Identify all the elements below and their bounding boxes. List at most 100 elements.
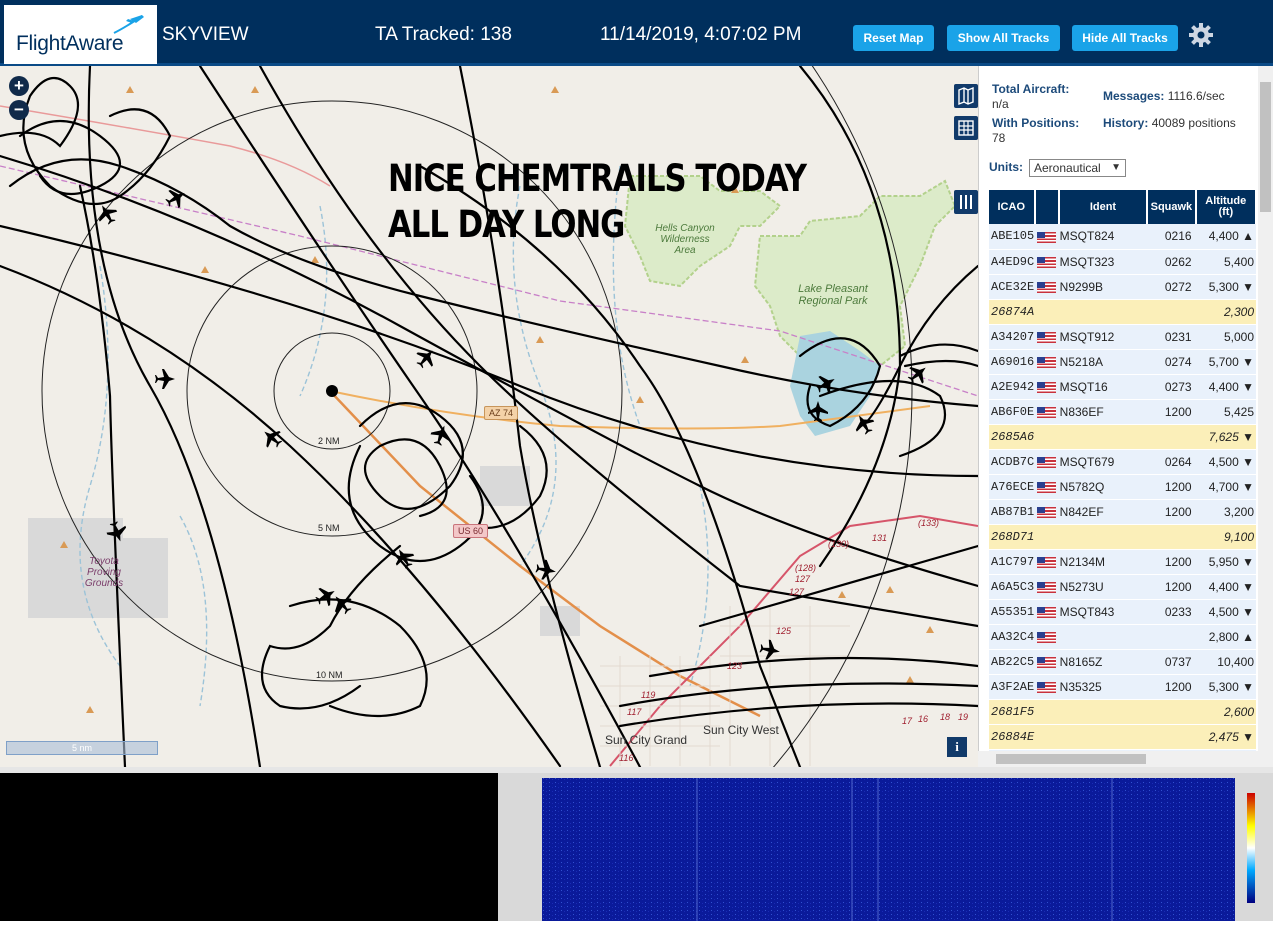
cell-altitude: 9,100 [1195,524,1256,550]
logo-text: FlightAware [16,32,124,55]
cell-icao: 2681F5 [989,699,1035,725]
scrollbar-thumb[interactable] [996,754,1146,764]
info-icon[interactable]: i [947,737,967,757]
messages-value: 1116.6/sec [1167,89,1225,103]
units-selected: Aeronautical [1034,161,1101,175]
cell-altitude: 5,300 ▼ [1195,674,1256,700]
cell-icao: ACDB7C [989,449,1035,475]
hide-all-tracks-button[interactable]: Hide All Tracks [1072,25,1178,51]
scrollbar-thumb[interactable] [1260,82,1271,212]
col-icao[interactable]: ICAO [989,190,1036,224]
col-ident[interactable]: Ident [1058,190,1149,224]
exit-label: 127 [789,587,805,597]
aircraft-row[interactable]: ABE105 MSQT824 0216 4,400 ▲ [989,224,1256,250]
col-altitude[interactable]: Altitude (ft) [1195,190,1258,224]
place-lake-pleasant: Lake Pleasant Regional Park [798,283,868,307]
aircraft-row[interactable]: AB22C5 N8165Z 0737 10,400 [989,649,1256,675]
vertical-scrollbar[interactable] [1258,66,1273,751]
aircraft-row[interactable]: A76ECE N5782Q 1200 4,700 ▼ [989,474,1256,500]
cell-squawk: 0231 [1147,324,1196,350]
ta-tracked-count: TA Tracked: 138 [375,24,512,45]
aircraft-row[interactable]: AB6F0E N836EF 1200 5,425 [989,399,1256,425]
gear-icon[interactable] [1188,22,1214,48]
road-az74: AZ 74 [484,406,519,420]
cell-altitude: 2,300 [1195,299,1256,325]
map-layers-icon[interactable] [954,84,978,108]
us-flag-icon [1037,406,1057,418]
aircraft-row[interactable]: 26884E 2,475 ▼ [989,724,1256,750]
cell-ident: N8165Z [1058,649,1148,675]
cell-icao: AB6F0E [989,399,1035,425]
spectrum-waterfall [512,773,1273,921]
zoom-in-button[interactable]: + [9,76,29,96]
cell-squawk: 0737 [1147,649,1196,675]
cell-squawk [1147,299,1196,325]
cell-flag [1034,249,1059,275]
grid-icon[interactable] [954,116,978,140]
aircraft-row[interactable]: ACE32E N9299B 0272 5,300 ▼ [989,274,1256,300]
cell-icao: A1C797 [989,549,1035,575]
cell-icao: AA32C4 [989,624,1035,650]
aircraft-row[interactable]: A2E942 MSQT16 0273 4,400 ▼ [989,374,1256,400]
cell-squawk [1147,624,1196,650]
horizontal-scrollbar[interactable] [978,751,1273,767]
cell-altitude: 5,400 [1195,249,1256,275]
cell-flag [1034,624,1059,650]
cell-squawk: 0273 [1147,374,1196,400]
columns-icon[interactable] [954,190,978,214]
aircraft-row[interactable]: A3F2AE N35325 1200 5,300 ▼ [989,674,1256,700]
col-flag[interactable] [1034,190,1060,224]
header-bar: FlightAware SKYVIEW TA Tracked: 138 11/1… [0,0,1273,66]
zoom-out-button[interactable]: − [9,100,29,120]
aircraft-row[interactable]: A55351 MSQT843 0233 4,500 ▼ [989,599,1256,625]
cell-squawk [1147,524,1196,550]
cell-icao: A4ED9C [989,249,1035,275]
with-positions-value: 78 [992,131,1006,145]
exit-label: (130) [828,539,850,549]
cell-ident: MSQT843 [1058,599,1148,625]
cell-squawk: 0262 [1147,249,1196,275]
cell-flag [1034,449,1059,475]
show-all-tracks-button[interactable]: Show All Tracks [947,25,1060,51]
map-view[interactable]: + − NICE CHEMTRAILS TODAY ALL DAY LONG H… [0,66,978,767]
aircraft-row[interactable]: A1C797 N2134M 1200 5,950 ▼ [989,549,1256,575]
col-squawk[interactable]: Squawk [1147,190,1197,224]
aircraft-row[interactable]: 268D71 9,100 [989,524,1256,550]
reset-map-button[interactable]: Reset Map [853,25,934,51]
aircraft-row[interactable]: ACDB7C MSQT679 0264 4,500 ▼ [989,449,1256,475]
aircraft-row[interactable]: A34207 MSQT912 0231 5,000 [989,324,1256,350]
cell-altitude: 4,500 ▼ [1195,449,1256,475]
overlay-annotation: NICE CHEMTRAILS TODAY ALL DAY LONG [388,156,807,248]
aircraft-row[interactable]: 2685A6 7,625 ▼ [989,424,1256,450]
cell-flag [1034,299,1059,325]
exit-label: 18 [940,712,951,722]
place-sun-city-grand: Sun City Grand [605,733,688,747]
aircraft-row[interactable]: A6A5C3 N5273U 1200 4,400 ▼ [989,574,1256,600]
cell-ident [1058,299,1148,325]
aircraft-row[interactable]: AA32C4 2,800 ▲ [989,624,1256,650]
flightaware-logo[interactable]: FlightAware [4,5,157,64]
aircraft-row[interactable]: 2681F5 2,600 [989,699,1256,725]
cell-ident: N5782Q [1058,474,1148,500]
exit-label: 119 [641,690,656,700]
road-us60: US 60 [453,524,489,538]
cell-icao: 26874A [989,299,1035,325]
cell-flag [1034,324,1059,350]
cell-icao: A69016 [989,349,1035,375]
history-value: 40089 positions [1151,116,1236,130]
aircraft-row[interactable]: 26874A 2,300 [989,299,1256,325]
cell-altitude: 7,625 ▼ [1195,424,1256,450]
aircraft-row[interactable]: AB87B1 N842EF 1200 3,200 [989,499,1256,525]
aircraft-row[interactable]: A69016 N5218A 0274 5,700 ▼ [989,349,1256,375]
cell-ident: MSQT679 [1058,449,1148,475]
pane-divider[interactable] [498,773,512,921]
cell-flag [1034,524,1059,550]
waterfall-color-scale [1247,793,1255,903]
cell-icao: A3F2AE [989,674,1035,700]
us-flag-icon [1037,556,1057,568]
cell-flag [1034,574,1059,600]
us-flag-icon [1037,481,1057,493]
aircraft-row[interactable]: A4ED9C MSQT323 0262 5,400 [989,249,1256,275]
cell-altitude: 4,400 ▼ [1195,574,1256,600]
units-select[interactable]: Aeronautical ▼ [1029,159,1126,177]
